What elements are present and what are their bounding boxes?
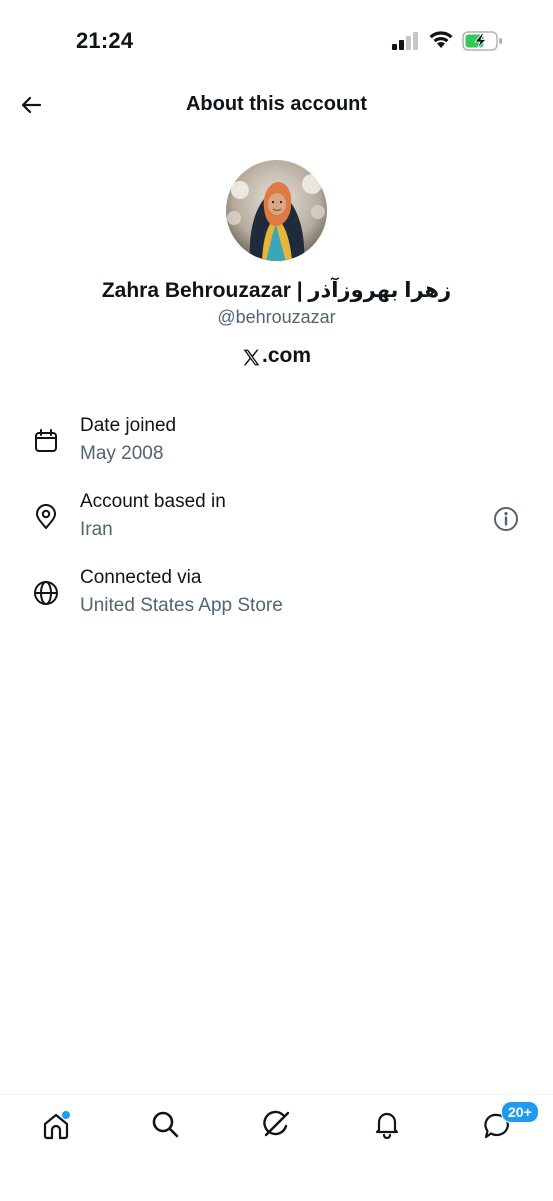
tab-grok[interactable] — [259, 1109, 293, 1143]
bell-icon — [372, 1109, 402, 1144]
tab-bar: 20+ — [0, 1094, 553, 1201]
tab-notifications[interactable] — [370, 1109, 404, 1143]
wifi-icon — [428, 29, 454, 54]
header: About this account — [0, 80, 553, 134]
site-domain: .com — [261, 344, 311, 367]
home-notification-dot — [61, 1110, 71, 1120]
cellular-signal-icon — [392, 32, 420, 55]
connected-via-label: Connected via — [80, 567, 202, 588]
grok-icon — [261, 1109, 291, 1144]
info-icon[interactable] — [492, 505, 520, 533]
date-joined-value: May 2008 — [80, 443, 164, 464]
display-name: Zahra Behrouzazar | زهرا بهروزآذر — [101, 279, 452, 302]
account-based-in-row: Account based in Iran — [0, 491, 553, 551]
messages-badge: 20+ — [501, 1101, 539, 1123]
x-logo-icon — [242, 348, 261, 367]
date-joined-row: Date joined May 2008 — [0, 415, 553, 475]
globe-icon — [32, 579, 60, 607]
account-based-in-label: Account based in — [80, 491, 226, 512]
status-bar: 21:24 — [0, 0, 553, 80]
tab-search[interactable] — [148, 1109, 182, 1143]
page-title: About this account — [185, 93, 368, 115]
connected-via-row: Connected via United States App Store — [0, 567, 553, 627]
location-pin-icon — [32, 503, 60, 531]
calendar-icon — [32, 427, 60, 455]
battery-charging-icon — [462, 31, 504, 56]
home-icon — [41, 1110, 71, 1141]
tab-home[interactable] — [39, 1109, 73, 1143]
site-link[interactable]: .com — [0, 344, 553, 368]
account-based-in-value: Iran — [80, 519, 113, 540]
chat-bubble-icon: 20+ — [482, 1101, 539, 1141]
handle: @behrouzazar — [217, 307, 336, 327]
avatar[interactable] — [226, 160, 327, 261]
status-time: 21:24 — [76, 28, 134, 53]
search-icon — [150, 1109, 180, 1144]
date-joined-label: Date joined — [80, 415, 177, 436]
tab-messages[interactable]: 20+ — [480, 1101, 539, 1143]
connected-via-value: United States App Store — [80, 595, 283, 616]
